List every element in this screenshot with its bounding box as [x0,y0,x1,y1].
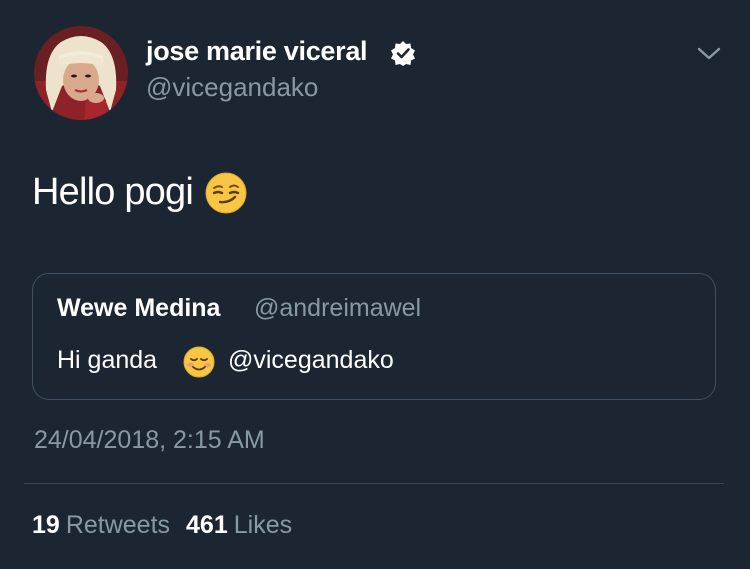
avatar[interactable] [34,26,128,120]
quoted-author-name: Wewe Medina [57,294,221,322]
author-handle[interactable]: @vicegandako [146,72,318,103]
quoted-mention-link[interactable]: @vicegandako [228,346,394,375]
quoted-tweet-card[interactable]: Wewe Medina @andreimawel Hi ganda @viceg… [32,273,716,400]
tweet-timestamp[interactable]: 24/04/2018, 2:15 AM [34,426,265,455]
divider [24,483,724,484]
quoted-tweet-text: Hi ganda [57,346,158,374]
chevron-down-icon[interactable] [697,46,721,62]
avatar-photo-icon [34,26,128,120]
smirking-face-icon [205,172,247,214]
likes-count: 461 [186,511,228,539]
retweets-label: Retweets [65,511,171,539]
tweet-text: Hello pogi [32,170,247,214]
tweet-text-content: Hello pogi [32,170,194,213]
author-name[interactable]: jose marie viceral [146,36,368,67]
quoted-author-handle: @andreimawel [254,294,422,322]
likes-stat[interactable]: 461 Likes [186,511,292,540]
smiling-face-icon [183,346,215,378]
retweets-count: 19 [32,511,60,539]
tweet-stats: 19 Retweets 461 Likes [32,511,292,540]
retweets-stat[interactable]: 19 Retweets [32,511,170,540]
verified-badge-icon [391,41,415,66]
likes-label: Likes [233,511,293,539]
